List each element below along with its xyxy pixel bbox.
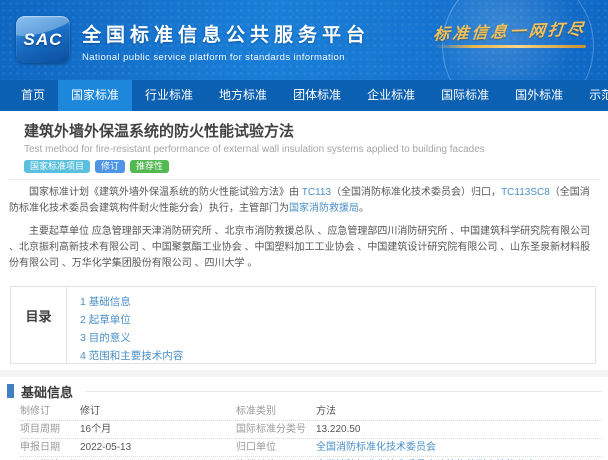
badge-row: 国家标准项目修订推荐性 (24, 160, 584, 173)
divider (8, 179, 600, 180)
info-label: 制修订 (20, 406, 80, 418)
nav-item-首页[interactable]: 首页 (8, 80, 58, 111)
tc113-link[interactable]: TC113 (302, 187, 331, 198)
table-row: 制修订修订标准类别方法 (20, 403, 602, 421)
info-value: 16个月 (80, 424, 236, 436)
info-value: 修订 (80, 406, 236, 418)
site-subtitle: National public service platform for sta… (82, 52, 370, 63)
site-title-block: 全国标准信息公共服务平台 National public service pla… (82, 20, 370, 63)
section-title: 基础信息 (21, 382, 73, 401)
info-value: 13.220.50 (316, 424, 602, 436)
intro-paragraph: 国家标准计划《建筑外墙外保温系统的防火性能试验方法》由 TC113（全国消防标准… (9, 185, 599, 217)
nav-item-企业标准[interactable]: 企业标准 (354, 80, 428, 111)
main-content: 建筑外墙外保温系统的防火性能试验方法 Test method for fire-… (0, 111, 608, 460)
sac-logo-text: SAC (24, 30, 63, 50)
nav-item-国际标准[interactable]: 国际标准 (428, 80, 502, 111)
status-badge: 国家标准项目 (24, 160, 90, 173)
sac-logo[interactable]: SAC (16, 16, 70, 63)
basic-info-header: 基础信息 (0, 381, 608, 401)
nav-item-国家标准[interactable]: 国家标准 (58, 80, 132, 111)
section-separator (0, 370, 608, 377)
nav-item-行业标准[interactable]: 行业标准 (132, 80, 206, 111)
site-header: SAC 全国标准信息公共服务平台 National public service… (0, 0, 608, 80)
toc-link[interactable]: 4 范围和主要技术内容 (80, 347, 183, 365)
basic-info-table: 制修订修订标准类别方法项目周期16个月国际标准分类号13.220.50申报日期2… (20, 403, 602, 460)
section-marker (7, 384, 14, 398)
page-title: 建筑外墙外保温系统的防火性能试验方法 (24, 123, 584, 141)
section-rule (85, 391, 602, 392)
table-row: 项目周期16个月国际标准分类号13.220.50 (20, 421, 602, 439)
info-value: 2022-05-13 (80, 442, 236, 454)
nav-item-示范试点[interactable]: 示范试点 (576, 80, 608, 111)
fire-rescue-admin-link[interactable]: 国家消防救援局 (289, 203, 359, 214)
info-label: 国际标准分类号 (236, 424, 316, 436)
nav-item-团体标准[interactable]: 团体标准 (280, 80, 354, 111)
site-title: 全国标准信息公共服务平台 (82, 20, 370, 47)
toc-link[interactable]: 2 起草单位 (80, 311, 183, 329)
tc113sc8-link[interactable]: TC113SC8 (501, 187, 550, 198)
toc-list: 1 基础信息2 起草单位3 目的意义4 范围和主要技术内容 (67, 287, 183, 363)
main-nav: 首页国家标准行业标准地方标准团体标准企业标准国际标准国外标准示范试点技术委员会 (0, 80, 608, 111)
info-label: 申报日期 (20, 442, 80, 454)
status-badge: 修订 (95, 160, 125, 173)
intro-text-2: （全国消防标准化技术委员会）归口， (331, 187, 501, 198)
header-slogan: 标准信息一网打尽 (434, 18, 586, 48)
nav-item-地方标准[interactable]: 地方标准 (206, 80, 280, 111)
toc-label: 目录 (11, 287, 67, 363)
nav-item-国外标准[interactable]: 国外标准 (502, 80, 576, 111)
toc-link[interactable]: 3 目的意义 (80, 329, 183, 347)
toc-link[interactable]: 1 基础信息 (80, 293, 183, 311)
drafters-paragraph: 主要起草单位 应急管理部天津消防研究所 、北京市消防救援总队 、应急管理部四川消… (9, 224, 599, 272)
slogan-underline (434, 45, 586, 48)
info-link[interactable]: 全国消防标准化技术委员会 (316, 442, 602, 454)
intro-text-4: 。 (359, 203, 369, 214)
table-row: 申报日期2022-05-13归口单位全国消防标准化技术委员会 (20, 439, 602, 457)
page: SAC 全国标准信息公共服务平台 National public service… (0, 0, 608, 460)
toc-box: 目录 1 基础信息2 起草单位3 目的意义4 范围和主要技术内容 (10, 286, 596, 364)
info-label: 标准类别 (236, 406, 316, 418)
slogan-text: 标准信息一网打尽 (432, 15, 587, 44)
intro-text-1: 国家标准计划《建筑外墙外保温系统的防火性能试验方法》由 (29, 187, 302, 198)
info-label: 项目周期 (20, 424, 80, 436)
status-badge: 推荐性 (130, 160, 169, 173)
info-value: 方法 (316, 406, 602, 418)
info-label: 归口单位 (236, 442, 316, 454)
document-header: 建筑外墙外保温系统的防火性能试验方法 Test method for fire-… (0, 111, 608, 173)
page-title-en: Test method for fire-resistant performan… (24, 144, 584, 156)
